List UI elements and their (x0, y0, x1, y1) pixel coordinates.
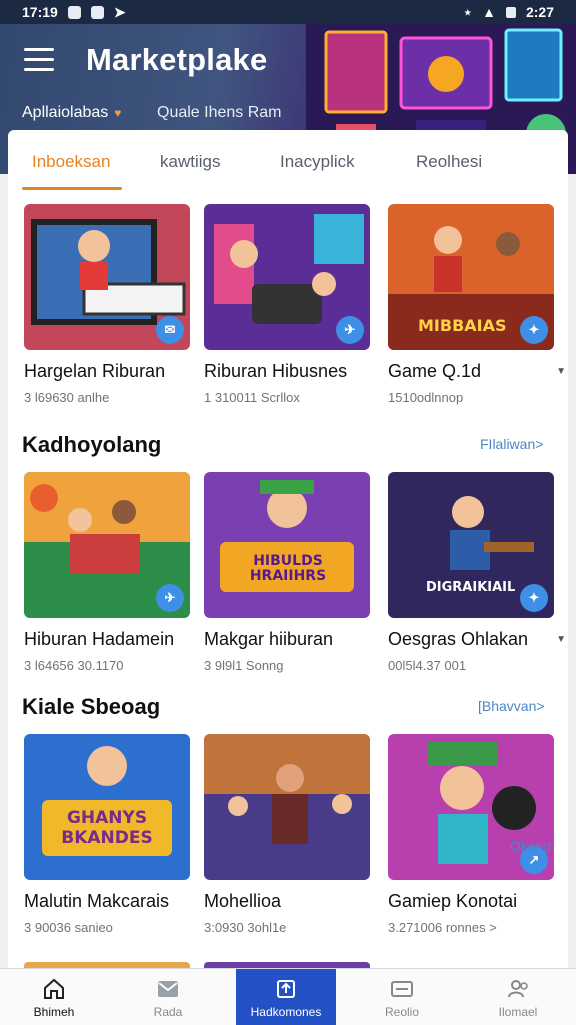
game-meta: 1 310011 Scrllox (204, 390, 300, 405)
game-thumbnail: DIGRAIKIAIL ✦ (388, 472, 554, 618)
game-thumbnail: MIBBAIAS ✦ (388, 204, 554, 350)
location-label: Apllaiolabas (22, 104, 109, 121)
nav-label: Ilomael (498, 1005, 538, 1019)
card-icon (391, 981, 413, 997)
wifi-icon: ▲ (482, 4, 496, 20)
more-link[interactable]: Okond (510, 838, 551, 854)
thumbnail-caption: DIGRAIKIAIL (426, 580, 516, 595)
location-dropdown[interactable]: Apllaiolabas ♥ (22, 104, 121, 122)
status-bar: 17:19 ➤ ⋆ ▲ 2:27 (0, 0, 576, 24)
game-title: Gamiep Konotai (388, 891, 518, 911)
game-meta: 3 l64656 30.1170 (24, 658, 124, 673)
game-title: Makgar hiiburan (204, 629, 334, 649)
game-title: Hargelan Riburan (24, 361, 166, 381)
notification-icon (67, 5, 81, 19)
game-meta: 1510odlnnop (388, 390, 464, 405)
section-see-all-link[interactable]: [Bhavvan> (478, 698, 545, 714)
status-time-right: 2:27 (525, 4, 554, 20)
section-see-all-link[interactable]: FIlaliwan> (480, 436, 543, 452)
section-title: Kiale Sbeoag (22, 694, 161, 719)
thumbnail-caption: GHANYS BKANDES (61, 808, 153, 848)
tab-reolhesi[interactable]: Reolhesi (416, 152, 482, 172)
nav-label: Rada (153, 1005, 183, 1019)
game-thumbnail (204, 734, 370, 880)
header-subtitle: Quale Ihens Ram (157, 104, 282, 121)
game-thumbnail: ✈ (24, 472, 190, 618)
chevron-down-icon: ♥ (114, 106, 122, 120)
game-thumbnail: GHANYS BKANDES (24, 734, 190, 880)
nav-item-hadkomones[interactable]: Hadkomones (236, 969, 336, 1025)
tab-inboeksan[interactable]: Inboeksan (32, 152, 110, 172)
game-meta: 3:0930 3ohl1e (204, 920, 287, 935)
content-panel: Inboeksan kawtiigs Inacyplick Reolhesi ✉… (8, 130, 568, 970)
game-meta: 00l5l4.37 001 (388, 658, 467, 673)
game-badge-icon: ✉ (156, 316, 184, 344)
nav-label: Reolio (384, 1005, 420, 1019)
game-thumbnail: ✈ (204, 204, 370, 350)
nav-item-reolio[interactable]: Reolio (352, 969, 452, 1025)
send-icon: ➤ (113, 3, 126, 20)
message-icon (90, 5, 104, 19)
nav-label: Bhimeh (33, 1005, 75, 1019)
game-title: Oesgras Ohlakan (388, 629, 529, 649)
thumbnail-caption: MIBBAIAS (418, 316, 507, 335)
game-title: Hiburan Hadamein (24, 629, 175, 649)
game-badge-icon: ✈ (336, 316, 364, 344)
people-icon (508, 980, 528, 998)
game-meta: 3 90036 sanieo (24, 920, 113, 935)
nav-item-ilomael[interactable]: Ilomael (468, 969, 568, 1025)
bluetooth-icon: ⋆ (463, 3, 473, 20)
nav-item-rada[interactable]: Rada (118, 969, 218, 1025)
game-meta: 3.271006 ronnes > (388, 920, 497, 935)
game-title: Mohellioa (204, 891, 282, 911)
game-badge-icon: ✦ (520, 316, 548, 344)
section-title: Kadhoyolang (22, 432, 162, 457)
scroll-chevron-icon: ▼ (556, 366, 566, 377)
game-meta: 3 9l9l1 Sonng (204, 658, 284, 673)
game-badge-icon: ✈ (156, 584, 184, 612)
game-badge-icon: ✦ (520, 584, 548, 612)
scroll-chevron-icon: ▼ (556, 634, 566, 645)
bottom-navigation: Bhimeh Rada Hadkomones Reolio Ilomael (0, 968, 576, 1025)
upload-icon (277, 980, 295, 998)
game-thumbnail: ✉ (24, 204, 190, 350)
tab-inacyplick[interactable]: Inacyplick (280, 152, 355, 172)
mail-icon (158, 981, 178, 997)
nav-label: Hadkomones (250, 1005, 322, 1019)
app-title: Marketplake (86, 42, 268, 77)
game-thumbnail: HIBULDS HRAIIHRS (204, 472, 370, 618)
game-title: Game Q.1d (388, 361, 482, 381)
home-icon (44, 978, 64, 999)
nav-item-bhimeh[interactable]: Bhimeh (4, 969, 104, 1025)
thumbnail-caption: HIBULDS HRAIIHRS (249, 553, 327, 584)
status-time: 17:19 (22, 4, 58, 20)
game-title: Malutin Makcarais (24, 891, 170, 911)
game-title: Riburan Hibusnes (204, 361, 348, 381)
tab-kawtiigs[interactable]: kawtiigs (160, 152, 220, 172)
hamburger-menu-icon[interactable] (24, 48, 54, 72)
battery-icon (505, 6, 516, 18)
tab-bar: Inboeksan kawtiigs Inacyplick Reolhesi (8, 130, 568, 192)
active-tab-indicator (22, 187, 122, 190)
game-meta: 3 l69630 anlhe (24, 390, 110, 405)
game-thumbnail: ↗ (388, 734, 554, 880)
